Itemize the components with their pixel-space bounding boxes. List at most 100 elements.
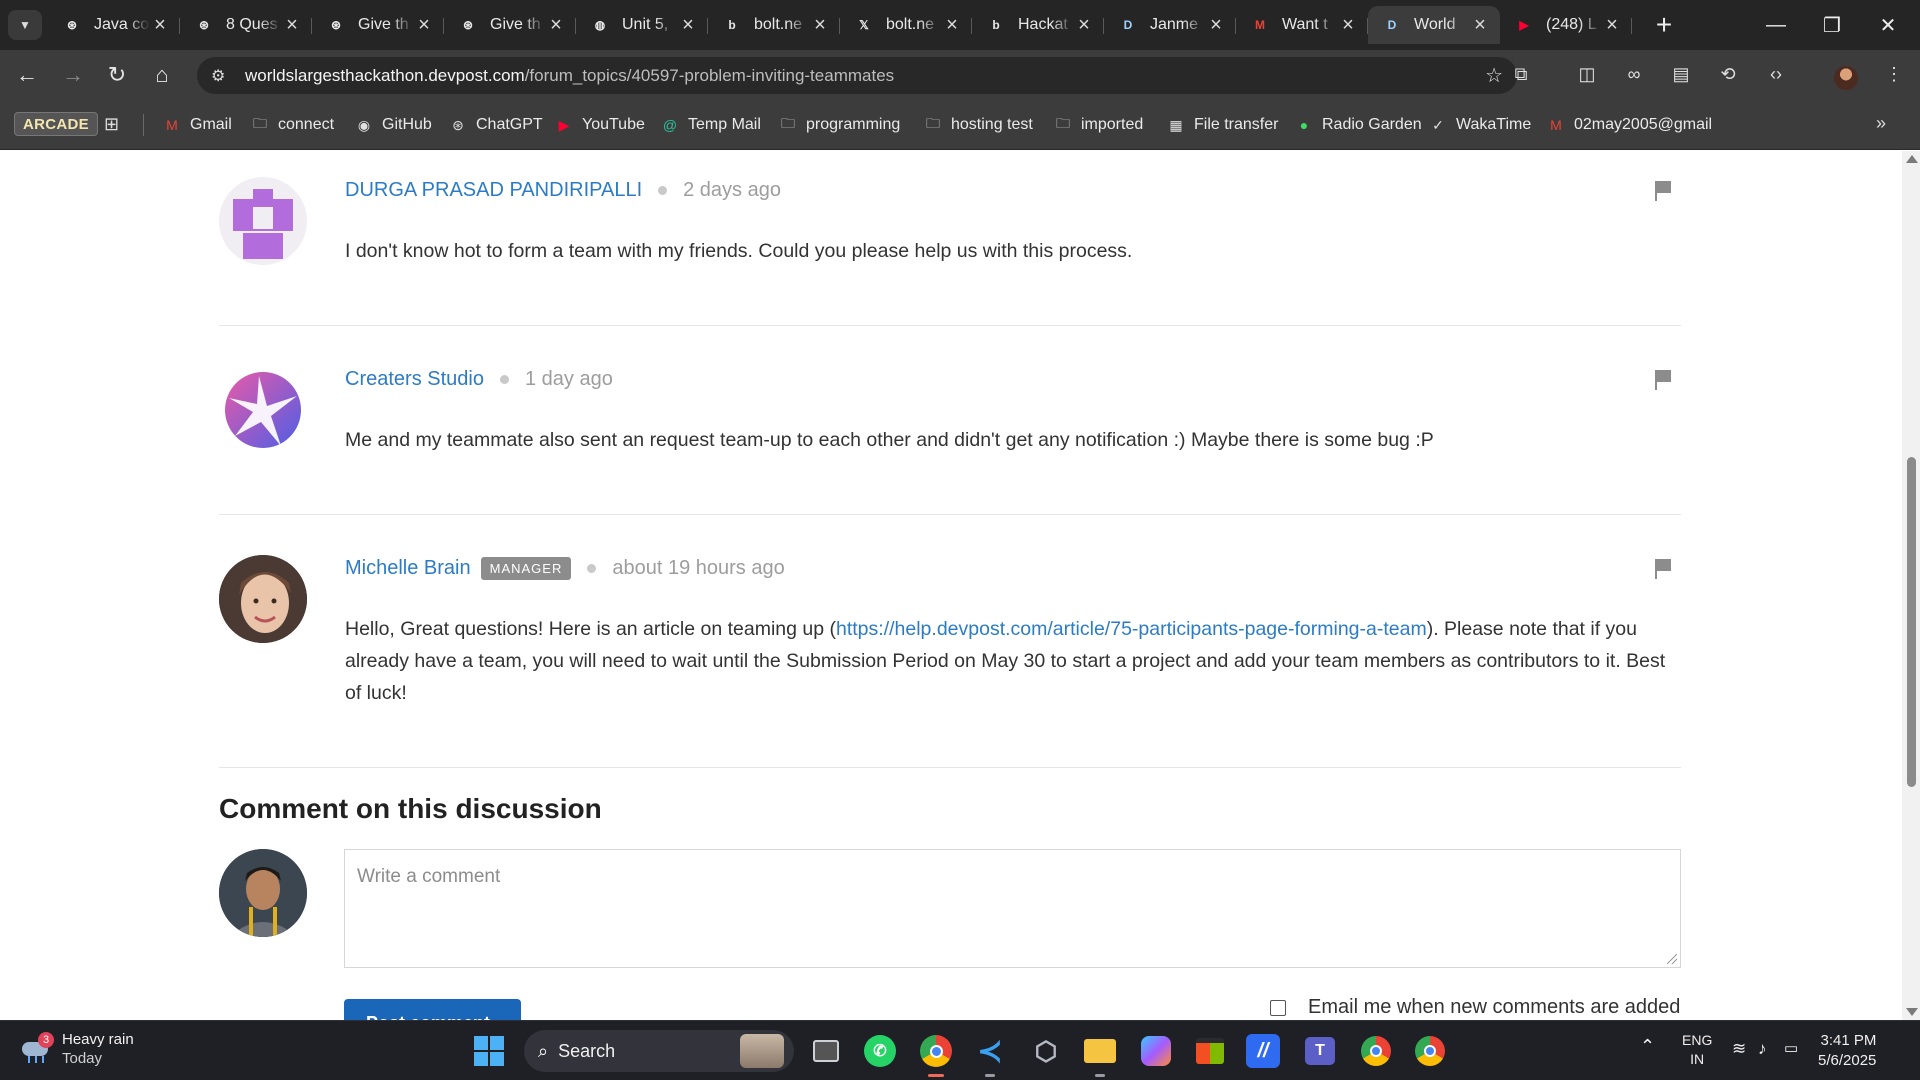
comment-author-link[interactable]: DURGA PRASAD PANDIRIPALLI xyxy=(345,179,642,202)
bookmark-item[interactable]: 🗀 programming xyxy=(778,113,900,137)
profile-avatar[interactable] xyxy=(1834,66,1858,90)
bookmark-item[interactable]: ▦ File transfer xyxy=(1166,113,1278,137)
address-bar[interactable]: ⚙ worldslargesthackathon.devpost.com/for… xyxy=(197,57,1517,94)
avatar-michelle-brain[interactable] xyxy=(219,555,307,643)
teams-icon[interactable]: T xyxy=(1300,1031,1340,1071)
resize-handle[interactable] xyxy=(1667,954,1677,964)
volume-icon[interactable]: ♪ xyxy=(1758,1039,1767,1058)
bookmark-item[interactable]: ⊛ ChatGPT xyxy=(448,113,543,137)
browser-tab[interactable]: ⊛ 8 Ques × xyxy=(180,6,312,44)
avatar-creaters-studio[interactable] xyxy=(219,366,307,454)
apps-grid-icon[interactable]: ⊞ xyxy=(104,114,119,135)
bookmark-item[interactable]: ● Radio Garden xyxy=(1294,113,1422,137)
tab-close-icon[interactable]: × xyxy=(1470,14,1490,37)
tab-close-icon[interactable]: × xyxy=(942,14,962,37)
restore-button[interactable]: ❐ xyxy=(1804,4,1860,46)
chrome-profile-2-icon[interactable] xyxy=(1410,1031,1450,1071)
link-icon[interactable]: ∞ xyxy=(1620,60,1648,88)
bookmark-item[interactable]: ◉ GitHub xyxy=(354,113,432,137)
browser-tab[interactable]: ▶ (248) L × xyxy=(1500,6,1632,44)
browser-tab[interactable]: ⊛ Give th × xyxy=(312,6,444,44)
url-text[interactable]: worldslargesthackathon.devpost.com/forum… xyxy=(245,66,894,86)
article-link[interactable]: https://help.devpost.com/article/75-part… xyxy=(836,618,1427,640)
browser-tab[interactable]: D Janme × xyxy=(1104,6,1236,44)
vscode-icon[interactable]: ≺ xyxy=(970,1031,1010,1077)
screenshot-icon[interactable]: ◫ xyxy=(1573,60,1601,88)
tab-close-icon[interactable]: × xyxy=(678,14,698,37)
tray-overflow-chevron-icon[interactable]: ⌃ xyxy=(1640,1037,1655,1056)
taskbar-search[interactable]: ⌕ Search xyxy=(524,1030,794,1072)
system-clock[interactable]: 3:41 PM 5/6/2025 xyxy=(1818,1031,1876,1071)
browser-tab[interactable]: b Hackat × xyxy=(972,6,1104,44)
site-info-icon[interactable]: ⚙ xyxy=(211,66,233,86)
browser-tab[interactable]: D World × xyxy=(1368,6,1500,44)
browser-tab[interactable]: ⊛ Give th × xyxy=(444,6,576,44)
bookmark-item[interactable]: 🗀 imported xyxy=(1053,113,1143,137)
bookmark-item[interactable]: M 02may2005@gmail xyxy=(1546,113,1712,137)
comment-author-link[interactable]: Michelle Brain xyxy=(345,557,471,580)
tab-close-icon[interactable]: × xyxy=(546,14,566,37)
bookmark-item[interactable]: 🗀 connect xyxy=(250,113,334,137)
page-scrollbar[interactable] xyxy=(1902,151,1920,1020)
browser-menu-icon[interactable]: ⋮ xyxy=(1880,60,1908,88)
reload-button[interactable]: ↻ xyxy=(98,56,136,94)
bookmark-item[interactable]: @ Temp Mail xyxy=(660,113,761,137)
forward-button[interactable]: → xyxy=(54,56,92,94)
flag-icon[interactable] xyxy=(1655,559,1671,579)
history-icon[interactable]: ⟲ xyxy=(1714,60,1742,88)
new-tab-button[interactable]: + xyxy=(1648,8,1680,42)
language-indicator[interactable]: ENG IN xyxy=(1682,1031,1712,1069)
post-comment-button[interactable]: Post comment xyxy=(344,999,521,1020)
scroll-thumb[interactable] xyxy=(1907,457,1916,787)
microsoft-store-icon[interactable] xyxy=(1190,1031,1230,1071)
browser-tab[interactable]: ◍ Unit 5, × xyxy=(576,6,708,44)
extensions-icon[interactable]: ⧉ xyxy=(1507,60,1535,88)
tab-close-icon[interactable]: × xyxy=(810,14,830,37)
bookmark-item[interactable]: 🗀 hosting test xyxy=(923,113,1033,137)
weather-widget[interactable]: 3 Heavy rain Today xyxy=(22,1030,134,1068)
tab-close-icon[interactable]: × xyxy=(1602,14,1622,37)
more-bookmarks-icon[interactable]: » xyxy=(1876,113,1886,134)
tab-search-button[interactable]: ▼ xyxy=(8,10,42,40)
devtools-icon[interactable]: ‹› xyxy=(1762,60,1790,88)
email-notify-checkbox[interactable] xyxy=(1270,999,1286,1016)
tab-close-icon[interactable]: × xyxy=(1206,14,1226,37)
chrome-icon[interactable] xyxy=(916,1031,956,1077)
wifi-icon[interactable]: ≋ xyxy=(1732,1039,1746,1058)
browser-tab[interactable]: ⊛ Java co × xyxy=(48,6,180,44)
copilot-icon[interactable] xyxy=(1136,1031,1176,1071)
flag-icon[interactable] xyxy=(1655,370,1671,390)
comment-textarea[interactable] xyxy=(345,850,1680,967)
scroll-down-arrow-icon[interactable] xyxy=(1906,1008,1918,1016)
scroll-up-arrow-icon[interactable] xyxy=(1906,155,1918,163)
battery-icon[interactable]: ▭ xyxy=(1784,1039,1798,1058)
tab-close-icon[interactable]: × xyxy=(150,14,170,37)
task-view-icon[interactable] xyxy=(806,1031,846,1071)
browser-tab[interactable]: 𝕏bolt.ne × xyxy=(840,6,972,44)
current-user-avatar[interactable] xyxy=(219,849,307,937)
browser-tab[interactable]: M Want t × xyxy=(1236,6,1368,44)
sidebar-icon[interactable]: ▤ xyxy=(1667,60,1695,88)
bookmark-item[interactable]: M Gmail xyxy=(162,113,232,137)
home-button[interactable]: ⌂ xyxy=(143,56,181,94)
powerautomate-icon[interactable]: // xyxy=(1246,1034,1280,1068)
browser-tab[interactable]: b bolt.ne × xyxy=(708,6,840,44)
unity-icon[interactable]: ⬡ xyxy=(1026,1031,1066,1071)
comment-author-link[interactable]: Creaters Studio xyxy=(345,368,484,391)
file-explorer-icon[interactable] xyxy=(1080,1031,1120,1077)
tab-close-icon[interactable]: × xyxy=(1074,14,1094,37)
chrome-profile-icon[interactable] xyxy=(1356,1031,1396,1071)
flag-icon[interactable] xyxy=(1655,181,1671,201)
bookmark-star-icon[interactable]: ☆ xyxy=(1485,63,1503,88)
avatar-durga[interactable] xyxy=(219,177,307,265)
tab-close-icon[interactable]: × xyxy=(414,14,434,37)
bookmark-arcade[interactable]: ARCADE xyxy=(14,112,98,136)
tab-close-icon[interactable]: × xyxy=(282,14,302,37)
back-button[interactable]: ← xyxy=(8,56,46,94)
whatsapp-icon[interactable]: ✆ xyxy=(860,1031,900,1071)
minimize-button[interactable]: — xyxy=(1748,4,1804,46)
bookmark-item[interactable]: ▶ YouTube xyxy=(554,113,645,137)
email-notify-label[interactable]: Email me when new comments are added xyxy=(1308,996,1680,1019)
bookmark-item[interactable]: ✓ WakaTime xyxy=(1428,113,1531,137)
tab-close-icon[interactable]: × xyxy=(1338,14,1358,37)
